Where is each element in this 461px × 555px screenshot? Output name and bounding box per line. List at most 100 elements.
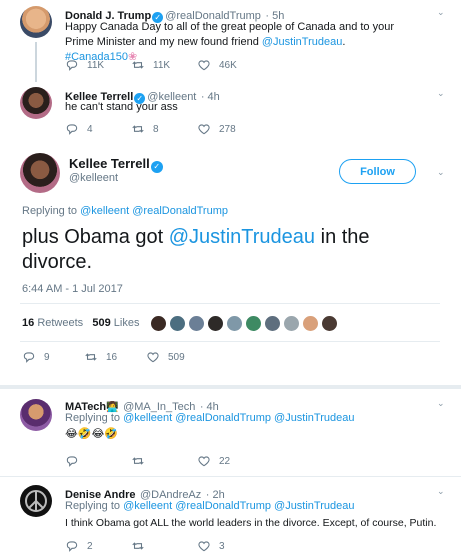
like-button[interactable]: 509 bbox=[146, 350, 212, 364]
reply-count: 4 bbox=[87, 123, 93, 135]
divider bbox=[20, 341, 440, 342]
chevron-down-icon[interactable]: ⌄ bbox=[437, 167, 445, 178]
reply-count: 2 bbox=[87, 540, 93, 552]
retweet-icon bbox=[132, 542, 144, 550]
replying-prefix: Replying to bbox=[22, 205, 81, 217]
like-button[interactable]: 22 bbox=[197, 454, 263, 468]
avatar-trump[interactable] bbox=[20, 6, 52, 38]
avatar[interactable] bbox=[245, 315, 262, 332]
tweet-actions: 9 16 509 bbox=[22, 350, 212, 364]
chevron-down-icon[interactable]: ⌄ bbox=[437, 486, 445, 497]
replying-prefix: Replying to bbox=[65, 412, 124, 424]
reply-button[interactable]: 9 bbox=[22, 350, 84, 364]
heart-icon bbox=[198, 541, 210, 552]
avatar[interactable] bbox=[302, 315, 319, 332]
avatar[interactable] bbox=[226, 315, 243, 332]
avatar-denise[interactable] bbox=[20, 485, 52, 517]
like-stat-label[interactable]: Likes bbox=[114, 317, 140, 329]
tweet-trump[interactable]: Donald J. Trump ✓ @realDonaldTrump · 5h ⌄ … bbox=[0, 0, 461, 82]
retweet-stat-label[interactable]: Retweets bbox=[37, 317, 83, 329]
tweet-header: Kellee Terrell ✓ bbox=[69, 155, 165, 173]
tweet-main: Kellee Terrell ✓ @kelleent Follow ⌄ Reply… bbox=[0, 140, 461, 385]
reply-icon bbox=[66, 541, 78, 552]
tweet-text-body: plus Obama got bbox=[22, 226, 169, 248]
mention-link[interactable]: @JustinTrudeau bbox=[169, 226, 315, 248]
avatar[interactable] bbox=[188, 315, 205, 332]
retweet-button[interactable]: 11K bbox=[131, 58, 197, 72]
mention-link[interactable]: @kelleent @realDonaldTrump @JustinTrudea… bbox=[123, 500, 354, 512]
retweet-count: 11K bbox=[153, 59, 171, 71]
tweet-kellee-reply[interactable]: Kellee Terrell ✓ @kelleent · 4h ⌄ he can't… bbox=[0, 82, 461, 140]
mention-link[interactable]: @kelleent @realDonaldTrump @JustinTrudea… bbox=[123, 412, 354, 424]
author-handle[interactable]: @kelleent bbox=[69, 172, 118, 184]
avatar[interactable] bbox=[264, 315, 281, 332]
replying-to: Replying to @kelleent @realDonaldTrump @… bbox=[65, 500, 355, 512]
reply-icon bbox=[66, 456, 78, 467]
avatar-matech[interactable] bbox=[20, 399, 52, 431]
tweet-actions: 22 bbox=[65, 454, 263, 468]
reply-button[interactable] bbox=[65, 454, 131, 468]
like-button[interactable]: 46K bbox=[197, 58, 263, 72]
like-count: 509 bbox=[168, 351, 185, 363]
reply-button[interactable]: 4 bbox=[65, 122, 131, 136]
like-button[interactable]: 3 bbox=[197, 539, 263, 553]
heart-icon bbox=[198, 456, 210, 467]
chevron-down-icon[interactable]: ⌄ bbox=[437, 88, 445, 99]
like-count: 46K bbox=[219, 59, 237, 71]
like-count: 22 bbox=[219, 455, 231, 467]
retweet-count: 16 bbox=[106, 351, 118, 363]
follow-button[interactable]: Follow bbox=[339, 159, 416, 184]
tweet-actions: 11K 11K 46K bbox=[65, 58, 263, 72]
like-button[interactable]: 278 bbox=[197, 122, 263, 136]
tweet-text: he can't stand your ass bbox=[65, 101, 178, 113]
replying-to: Replying to @kelleent @realDonaldTrump bbox=[22, 205, 228, 217]
avatar-kellee[interactable] bbox=[20, 153, 60, 193]
like-count: 3 bbox=[219, 540, 225, 552]
thread-line bbox=[35, 42, 37, 82]
retweet-button[interactable] bbox=[131, 539, 197, 553]
reply-icon bbox=[23, 352, 35, 363]
avatar[interactable] bbox=[150, 315, 167, 332]
chevron-down-icon[interactable]: ⌄ bbox=[437, 7, 445, 18]
reply-button[interactable]: 11K bbox=[65, 58, 131, 72]
reply-count: 9 bbox=[44, 351, 50, 363]
avatar[interactable] bbox=[207, 315, 224, 332]
retweet-icon bbox=[85, 353, 97, 361]
retweet-button[interactable]: 8 bbox=[131, 122, 197, 136]
author-name[interactable]: Kellee Terrell bbox=[69, 156, 150, 171]
mention-link[interactable]: @JustinTrudeau bbox=[262, 36, 342, 48]
avatar-kellee[interactable] bbox=[20, 87, 52, 119]
tweet-text: plus Obama got @JustinTrudeau in the div… bbox=[22, 225, 412, 275]
chevron-down-icon[interactable]: ⌄ bbox=[437, 398, 445, 409]
tweet-time[interactable]: · 4h bbox=[201, 91, 220, 103]
reply-tweet[interactable]: Denise Andre @DAndreAz · 2h ⌄ Replying t… bbox=[0, 477, 461, 555]
reply-button[interactable]: 2 bbox=[65, 539, 131, 553]
divider bbox=[20, 303, 440, 304]
like-stat-count[interactable]: 509 bbox=[92, 317, 110, 329]
retweet-button[interactable] bbox=[131, 454, 197, 468]
avatar[interactable] bbox=[283, 315, 300, 332]
liker-avatars bbox=[150, 315, 340, 332]
avatar[interactable] bbox=[169, 315, 186, 332]
retweet-icon bbox=[132, 125, 144, 133]
heart-icon bbox=[147, 352, 159, 363]
tweet-text-body: Happy Canada Day to all of the great peo… bbox=[65, 21, 395, 48]
retweet-count: 8 bbox=[153, 123, 159, 135]
engagement-stats: 16 Retweets 509 Likes bbox=[22, 317, 139, 329]
replying-prefix: Replying to bbox=[65, 500, 124, 512]
heart-icon bbox=[198, 124, 210, 135]
replying-to: Replying to @kelleent @realDonaldTrump @… bbox=[65, 412, 355, 424]
retweet-button[interactable]: 16 bbox=[84, 350, 146, 364]
heart-icon bbox=[198, 60, 210, 71]
reply-tweet[interactable]: MATech👩‍💻 @MA_In_Tech · 4h ⌄ Replying to… bbox=[0, 389, 461, 474]
tweet-timestamp[interactable]: 6:44 AM - 1 Jul 2017 bbox=[22, 283, 123, 295]
mention-link[interactable]: @realDonaldTrump bbox=[132, 205, 228, 217]
retweet-stat-count[interactable]: 16 bbox=[22, 317, 34, 329]
tweet-actions: 2 3 bbox=[65, 539, 263, 553]
avatar[interactable] bbox=[321, 315, 338, 332]
reply-icon bbox=[66, 124, 78, 135]
reply-count: 11K bbox=[87, 59, 105, 71]
mention-link[interactable]: @kelleent bbox=[80, 205, 129, 217]
reply-icon bbox=[66, 60, 78, 71]
tweet-actions: 4 8 278 bbox=[65, 122, 263, 136]
